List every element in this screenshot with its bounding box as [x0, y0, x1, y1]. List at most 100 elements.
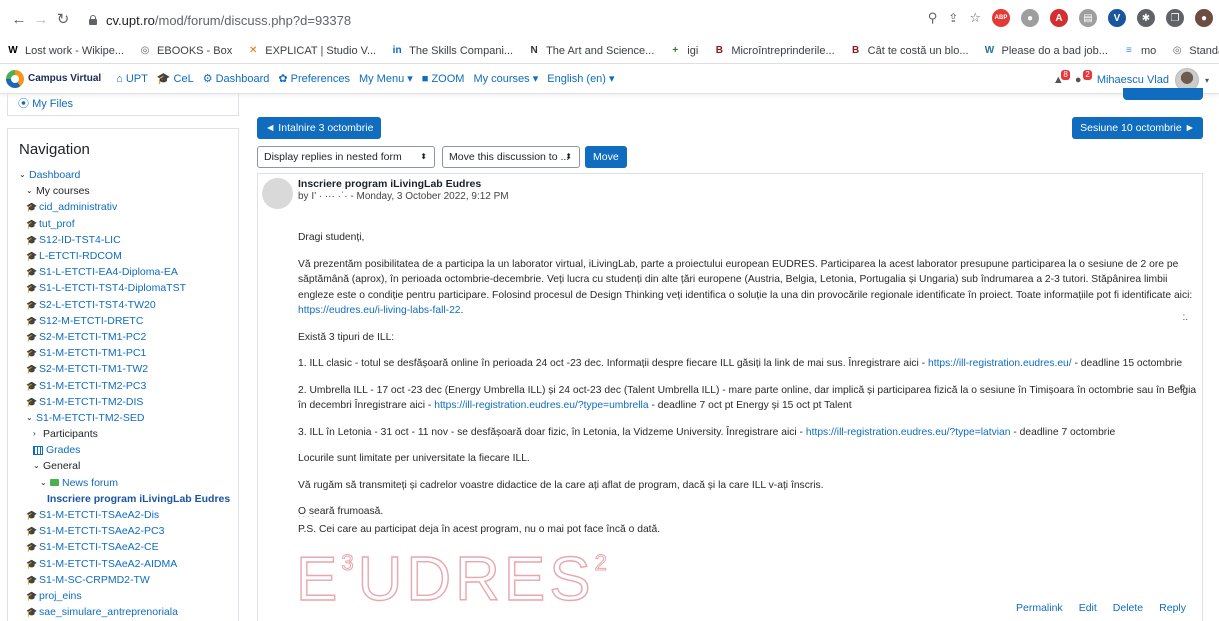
forward-arrow-icon[interactable]: →: [30, 11, 52, 28]
bookmark-skills[interactable]: in The Skills Compani...: [390, 44, 513, 58]
graduation-cap-icon: 🎓: [26, 299, 38, 310]
bookmark-igi[interactable]: + igi: [668, 44, 698, 58]
nav-zoom[interactable]: ■ ZOOM: [422, 73, 465, 85]
nav-tree-item[interactable]: 🎓 S1-M-ETCTI-TSAeA2-PC3: [19, 523, 234, 539]
nav-language[interactable]: English (en) ▾: [547, 72, 614, 85]
nav-preferences[interactable]: ✿ Preferences: [278, 72, 350, 86]
nav-tree-item[interactable]: 🎓 S12-ID-TST4-LIC: [19, 232, 234, 248]
bookmark-cat-costa[interactable]: B Cât te costă un blo...: [849, 44, 969, 58]
doc-icon[interactable]: ▤: [1079, 9, 1097, 27]
campus-virtual-logo[interactable]: Campus Virtual: [6, 69, 101, 88]
chat-icon[interactable]: ● 2: [1075, 70, 1092, 86]
ill-latvian-link[interactable]: https://ill-registration.eudres.eu/?type…: [806, 427, 1011, 438]
post-action-permalink[interactable]: Permalink: [1016, 602, 1063, 614]
display-mode-select[interactable]: Display replies in nested form ⬍: [257, 146, 435, 168]
ill-item-1-deadline: - deadline 15 octombrie: [1071, 358, 1183, 369]
nav-my-courses[interactable]: My courses ▾: [473, 72, 538, 85]
abp-icon[interactable]: ABP: [992, 9, 1010, 27]
graduation-cap-icon: 🎓: [26, 590, 38, 601]
closing-note: O seară frumoasă.: [298, 506, 384, 517]
chevron-down-icon[interactable]: ⌄: [33, 458, 43, 474]
vpn-icon[interactable]: V: [1108, 9, 1126, 27]
nav-tree-item[interactable]: › Participants: [19, 426, 234, 442]
nav-tree-item[interactable]: 🎓 cid_administrativ: [19, 199, 234, 215]
nav-tree-item[interactable]: 🎓 sae_simulare_antreprenoriala: [19, 604, 234, 620]
bookmark-microintre[interactable]: B Microîntreprinderile...: [712, 44, 835, 58]
nav-tree-item[interactable]: 🎓 L-ETCTI-RDCOM: [19, 248, 234, 264]
nav-tree-item[interactable]: Inscriere program iLivingLab Eudres: [19, 491, 234, 507]
chevron-down-icon[interactable]: ⌄: [40, 475, 50, 491]
ill-umbrella-link[interactable]: https://ill-registration.eudres.eu/?type…: [434, 400, 648, 411]
nav-tree-item[interactable]: 🎓 S1-L-ETCTI-EA4-Diploma-EA: [19, 264, 234, 280]
post-action-reply[interactable]: Reply: [1159, 602, 1186, 614]
nav-upt[interactable]: ⌂ UPT: [116, 73, 148, 85]
ill-item-1-text: 1. ILL clasic - totul se desfășoară onli…: [298, 358, 926, 369]
bell-icon[interactable]: ▲ 8: [1053, 70, 1070, 86]
pdf-icon[interactable]: A: [1050, 9, 1068, 27]
my-files-link[interactable]: ⦿ My Files: [7, 94, 239, 116]
my-files-label: My Files: [32, 98, 74, 110]
bookmark-ebooks[interactable]: ◎ EBOOKS - Box: [138, 44, 233, 58]
nav-tree-item[interactable]: 🎓 S1-M-ETCTI-TSAeA2-Dis: [19, 507, 234, 523]
nav-preferences-icon: ✿: [278, 73, 288, 85]
star-icon[interactable]: ☆: [969, 10, 981, 26]
move-discussion-select[interactable]: Move this discussion to ... ⬍: [442, 146, 580, 168]
user-name[interactable]: Mihaescu Vlad: [1097, 74, 1169, 86]
prev-discussion-button[interactable]: ◄ Intalnire 3 octombrie: [257, 117, 382, 139]
window-icon[interactable]: ❐: [1166, 9, 1184, 27]
nav-tree-item[interactable]: Grades: [19, 442, 234, 458]
nav-tree-item[interactable]: 🎓 proj_eins: [19, 588, 234, 604]
bookmark-standardele[interactable]: ◎ Standardele specific...: [1170, 44, 1219, 58]
chevron-down-icon[interactable]: ⌄: [26, 183, 36, 199]
nav-tree-item[interactable]: 🎓 S2-M-ETCTI-TM1-PC2: [19, 329, 234, 345]
puzzle-icon[interactable]: ✱: [1137, 9, 1155, 27]
top-button-partial[interactable]: [1123, 88, 1203, 100]
move-button[interactable]: Move: [585, 146, 627, 168]
nav-tree-item[interactable]: 🎓 S2-M-ETCTI-TM1-TW2: [19, 361, 234, 377]
nav-dashboard[interactable]: ⚙ Dashboard: [203, 72, 270, 86]
nav-tree-item[interactable]: ⌄ Dashboard: [19, 167, 234, 183]
next-discussion-button[interactable]: Sesiune 10 octombrie ►: [1072, 117, 1203, 139]
eudres-fall-link[interactable]: https://eudres.eu/i-living-labs-fall-22: [298, 305, 461, 316]
nav-tree-item[interactable]: 🎓 S1-M-SC-CRPMD2-TW: [19, 572, 234, 588]
bookmark-wikipedia[interactable]: W Lost work - Wikipe...: [6, 44, 124, 58]
nav-tree-item[interactable]: 🎓 S1-M-ETCTI-TM2-PC3: [19, 377, 234, 393]
post-action-edit[interactable]: Edit: [1079, 602, 1097, 614]
share-icon[interactable]: ⇪: [948, 11, 958, 25]
post-action-delete[interactable]: Delete: [1113, 602, 1143, 614]
chevron-down-icon[interactable]: ⌄: [26, 410, 36, 426]
ps-note: P.S. Cei care au participat deja în aces…: [298, 524, 661, 535]
profile-icon[interactable]: ●: [1195, 9, 1213, 27]
nav-tree-item[interactable]: 🎓 S1-M-ETCTI-TSAeA2-CE: [19, 539, 234, 555]
author-avatar[interactable]: [262, 178, 293, 209]
ill-registration-link[interactable]: https://ill-registration.eudres.eu/: [928, 358, 1072, 369]
bookmark-explicat[interactable]: ✕ EXPLICAT | Studio V...: [246, 44, 376, 58]
nav-tree-item[interactable]: ⌄ S1-M-ETCTI-TM2-SED: [19, 410, 234, 426]
nav-tree-item[interactable]: 🎓 S1-M-ETCTI-TSAeA2-AIDMA: [19, 556, 234, 572]
bookmark-mo[interactable]: ≡ mo: [1122, 44, 1156, 58]
caret-down-icon[interactable]: ▾: [1205, 76, 1209, 85]
nav-tree-item[interactable]: 🎓 tut_prof: [19, 216, 234, 232]
back-arrow-icon[interactable]: ←: [8, 11, 30, 28]
nav-tree-item[interactable]: ⌄ General: [19, 458, 234, 474]
reload-icon[interactable]: ↻: [52, 10, 74, 28]
nav-tree-item[interactable]: 🎓 S2-L-ETCTI-TST4-TW20: [19, 297, 234, 313]
ill-item-2: 2. Umbrella ILL - 17 oct -23 dec (Energy…: [298, 383, 1203, 414]
nav-my-menu[interactable]: My Menu ▾: [359, 72, 413, 85]
nav-tree-label: Grades: [46, 444, 81, 457]
chevron-down-icon[interactable]: ⌄: [19, 167, 29, 183]
chevron-right-icon[interactable]: ›: [33, 426, 43, 442]
bookmark-please[interactable]: W Please do a bad job...: [983, 44, 1108, 58]
notification-badge: 8: [1061, 70, 1070, 80]
nav-tree-item[interactable]: 🎓 S1-M-ETCTI-TM1-PC1: [19, 345, 234, 361]
nav-tree-item[interactable]: ⌄ News forum: [19, 475, 234, 491]
nav-tree-item[interactable]: ⌄ My courses: [19, 183, 234, 199]
bookmark-art[interactable]: N The Art and Science...: [527, 44, 654, 58]
zoom-icon[interactable]: ⚲: [928, 10, 938, 26]
ill-item-3: 3. ILL în Letonia - 31 oct - 11 nov - se…: [298, 425, 1203, 441]
nav-tree-item[interactable]: 🎓 S12-M-ETCTI-DRETC: [19, 313, 234, 329]
nav-cel[interactable]: 🎓 CeL: [157, 72, 194, 86]
nav-tree-item[interactable]: 🎓 S1-L-ETCTI-TST4-DiplomaTST: [19, 280, 234, 296]
record-icon[interactable]: ●: [1021, 9, 1039, 27]
nav-tree-item[interactable]: 🎓 S1-M-ETCTI-TM2-DIS: [19, 394, 234, 410]
